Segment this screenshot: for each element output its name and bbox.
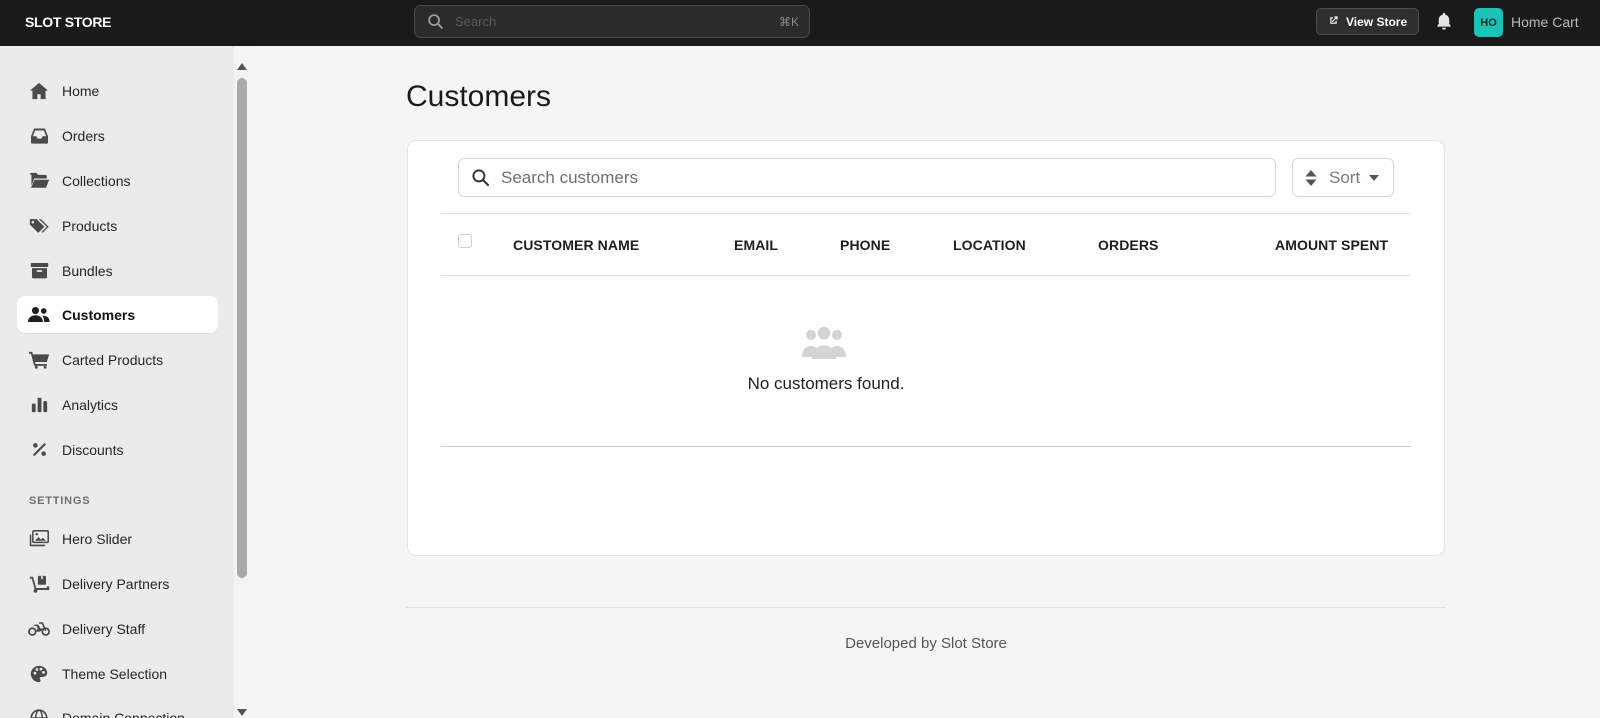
home-icon (28, 81, 50, 101)
dolly-icon (28, 574, 50, 594)
sidebar-item-products[interactable]: Products (17, 207, 218, 244)
folder-open-icon (28, 171, 50, 191)
customers-card: Sort CUSTOMER NAME EMAIL PHONE LOCATION … (407, 140, 1445, 556)
view-store-label: View Store (1346, 14, 1408, 29)
sidebar-scrollbar[interactable] (234, 46, 250, 718)
sidebar-item-label: Hero Slider (62, 530, 133, 547)
column-header-phone[interactable]: PHONE (840, 237, 890, 253)
select-all-checkbox[interactable] (458, 234, 472, 248)
footer-text: Developed by Slot Store (845, 635, 1007, 652)
scrollbar-thumb[interactable] (237, 78, 247, 578)
sidebar-item-label: Discounts (62, 441, 124, 458)
page-title: Customers (406, 80, 552, 113)
table-header-divider (441, 275, 1411, 276)
global-search[interactable]: ⌘K (414, 5, 810, 38)
sidebar-item-domain-connection[interactable]: Domain Connection (17, 699, 218, 718)
customer-search-input[interactable] (501, 167, 1275, 188)
sidebar-item-delivery-staff[interactable]: Delivery Staff (17, 610, 218, 647)
sidebar-item-discounts[interactable]: Discounts (17, 431, 218, 468)
percent-icon (28, 440, 50, 460)
global-search-input[interactable] (455, 14, 779, 29)
sidebar-item-delivery-partners[interactable]: Delivery Partners (17, 565, 218, 602)
bar-chart-icon (28, 395, 50, 415)
scroll-up-arrow-icon[interactable] (237, 63, 247, 70)
settings-section-label: SETTINGS (29, 495, 91, 507)
column-header-amount-spent[interactable]: AMOUNT SPENT (1275, 237, 1388, 253)
inbox-icon (28, 126, 50, 146)
search-icon (471, 168, 491, 188)
column-header-location[interactable]: LOCATION (953, 237, 1026, 253)
sidebar-item-home[interactable]: Home (17, 72, 218, 109)
sidebar-item-label: Domain Connection (62, 709, 185, 718)
table-header-divider (441, 213, 1411, 214)
sidebar-item-label: Customers (62, 306, 136, 323)
external-link-icon (1328, 15, 1339, 29)
sidebar-item-label: Products (62, 217, 118, 234)
sidebar-item-label: Collections (62, 172, 131, 189)
search-icon (427, 13, 445, 31)
sidebar-item-label: Delivery Partners (62, 575, 170, 592)
sidebar-item-carted-products[interactable]: Carted Products (17, 341, 218, 378)
sidebar-item-bundles[interactable]: Bundles (17, 252, 218, 289)
sidebar-item-label: Carted Products (62, 351, 164, 368)
customer-search[interactable] (458, 158, 1276, 197)
store-name[interactable]: Home Cart (1511, 14, 1579, 30)
sidebar-item-label: Theme Selection (62, 665, 168, 682)
column-header-orders[interactable]: ORDERS (1098, 237, 1159, 253)
sidebar-item-collections[interactable]: Collections (17, 162, 218, 199)
sort-label: Sort (1329, 167, 1361, 187)
table-bottom-divider (441, 446, 1411, 447)
sidebar: Home Orders Collections Products Bundles… (0, 46, 234, 718)
footer-divider (406, 607, 1446, 608)
users-icon (802, 325, 846, 359)
sidebar-item-hero-slider[interactable]: Hero Slider (17, 520, 218, 557)
sidebar-item-theme-selection[interactable]: Theme Selection (17, 655, 218, 692)
sidebar-item-analytics[interactable]: Analytics (17, 386, 218, 423)
sidebar-item-label: Analytics (62, 396, 119, 413)
column-header-email[interactable]: EMAIL (734, 237, 778, 253)
sidebar-item-label: Orders (62, 127, 105, 144)
avatar[interactable]: HO (1474, 8, 1503, 37)
archive-box-icon (28, 261, 50, 281)
empty-state-message: No customers found. (747, 374, 905, 393)
users-icon (28, 305, 50, 325)
sidebar-item-label: Bundles (62, 262, 113, 279)
sidebar-item-customers[interactable]: Customers (17, 296, 218, 333)
tags-icon (28, 216, 50, 236)
globe-icon (28, 708, 50, 718)
sidebar-item-label: Delivery Staff (62, 620, 145, 637)
sidebar-item-label: Home (62, 82, 100, 99)
motorcycle-icon (28, 619, 50, 639)
view-store-button[interactable]: View Store (1316, 8, 1420, 35)
chevron-down-icon (1369, 174, 1380, 181)
bell-icon[interactable] (1435, 11, 1453, 31)
brand-logo[interactable]: SLOT STORE (25, 14, 112, 30)
sidebar-item-orders[interactable]: Orders (17, 117, 218, 154)
sort-button[interactable]: Sort (1292, 158, 1394, 197)
scroll-down-arrow-icon[interactable] (237, 709, 247, 716)
search-shortcut: ⌘K (778, 14, 799, 29)
top-bar: SLOT STORE ⌘K View Store HO Home Cart (0, 0, 1600, 46)
cart-icon (28, 350, 50, 370)
images-icon (28, 529, 50, 549)
palette-icon (28, 664, 50, 684)
column-header-customer-name[interactable]: CUSTOMER NAME (513, 237, 639, 253)
sort-icon (1305, 169, 1317, 187)
